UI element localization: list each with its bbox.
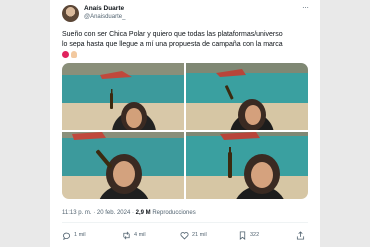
like-button[interactable]: 21 mil xyxy=(180,229,207,241)
action-bar: 1 mil 4 mil 21 mil 322 xyxy=(62,229,312,241)
meta-separator: · xyxy=(93,210,96,216)
author-name[interactable]: Anaís Duarte xyxy=(84,5,124,13)
beach-photo-4[interactable] xyxy=(186,132,308,199)
tweet-text-line: Sueño con ser Chica Polar y quiero que t… xyxy=(62,31,283,38)
bookmark-button[interactable]: 322 xyxy=(238,229,259,241)
photo-grid xyxy=(62,63,308,199)
divider xyxy=(62,222,308,223)
tweet-text-line: lo sepa hasta que llegue a mí una propue… xyxy=(62,41,283,48)
meta-separator: · xyxy=(131,210,134,216)
tweet-meta: 11:13 p. m. · 20 feb. 2024 · 2,9 M Repro… xyxy=(62,209,196,217)
heart-emoji-icon xyxy=(62,51,69,58)
views-label: Reproducciones xyxy=(152,210,196,216)
bookmark-icon xyxy=(239,230,246,240)
tweet-text: Sueño con ser Chica Polar y quiero que t… xyxy=(62,30,312,50)
author-handle[interactable]: @Anaisduarte_ xyxy=(84,13,125,21)
repost-count: 4 mil xyxy=(134,232,146,238)
repost-button[interactable]: 4 mil xyxy=(122,229,146,241)
beach-photo-2[interactable] xyxy=(186,63,308,130)
beach-photo-3[interactable] xyxy=(62,132,184,199)
share-button[interactable] xyxy=(296,229,305,241)
tweet-card: Anaís Duarte @Anaisduarte_ ··· Sueño con… xyxy=(50,0,320,247)
heart-icon xyxy=(180,231,189,239)
avatar[interactable] xyxy=(62,5,79,22)
repost-icon xyxy=(123,231,130,239)
reply-count: 1 mil xyxy=(74,232,86,238)
beach-photo-1[interactable] xyxy=(62,63,184,130)
reply-button[interactable]: 1 mil xyxy=(62,229,86,241)
more-options-icon[interactable]: ··· xyxy=(302,4,309,12)
views-count: 2,9 M xyxy=(135,210,151,216)
like-count: 21 mil xyxy=(192,232,207,238)
tweet-time[interactable]: 11:13 p. m. xyxy=(62,210,92,216)
hands-emoji-icon xyxy=(71,51,77,58)
tweet-date[interactable]: 20 feb. 2024 xyxy=(97,210,130,216)
reply-icon xyxy=(62,232,71,240)
share-icon xyxy=(296,230,305,240)
bookmark-count: 322 xyxy=(250,232,260,238)
